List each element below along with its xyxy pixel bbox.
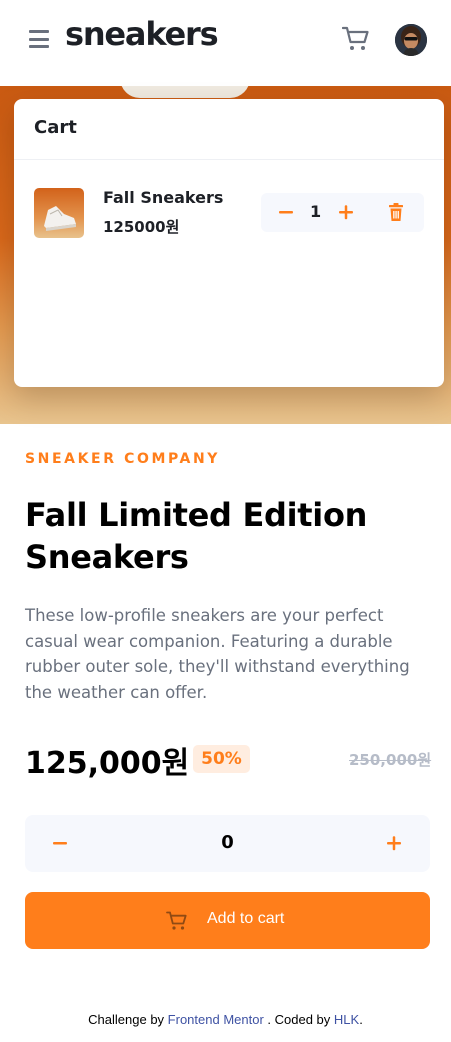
current-price: 125,000원 [25,746,190,781]
cart-item-controls: 1 [261,193,424,232]
trash-icon[interactable] [387,202,405,222]
cart-item-thumbnail [34,188,84,238]
cart-divider [14,159,444,160]
hero-shoe-detail [120,86,250,98]
hamburger-menu-icon[interactable] [29,30,49,48]
minus-icon[interactable] [277,203,295,221]
cart-icon [166,911,187,930]
attribution-footer: Challenge by Frontend Mentor . Coded by … [0,1012,451,1027]
frontend-mentor-link[interactable]: Frontend Mentor [168,1012,264,1027]
avatar[interactable] [395,24,427,56]
quantity-value: 0 [221,832,234,853]
product-title: Fall Limited Edition Sneakers [25,496,368,576]
plus-icon[interactable] [385,834,403,852]
author-link[interactable]: HLK [334,1012,359,1027]
original-price: 250,000원 [349,751,432,769]
cart-title: Cart [34,117,77,138]
product-description: These low-profile sneakers are your perf… [25,606,410,702]
cart-item-name: Fall Sneakers [103,188,224,207]
company-name: SNEAKER COMPANY [25,451,221,467]
add-to-cart-label: Add to cart [207,910,285,927]
logo[interactable]: sneakers [65,15,219,53]
cart-item-price: 125000원 [103,218,180,236]
footer-middle: . Coded by [267,1012,331,1027]
discount-badge: 50% [193,745,250,773]
plus-icon[interactable] [337,203,355,221]
cart-popup: Cart Fall Sneakers 125000원 1 [14,99,444,387]
add-to-cart-button[interactable]: Add to cart [25,892,430,949]
footer-suffix: . [359,1012,363,1027]
footer-prefix: Challenge by [88,1012,165,1027]
cart-icon[interactable] [342,26,370,52]
cart-item-quantity: 1 [310,202,322,221]
quantity-stepper: 0 [25,815,430,872]
top-navbar: sneakers [0,0,451,86]
